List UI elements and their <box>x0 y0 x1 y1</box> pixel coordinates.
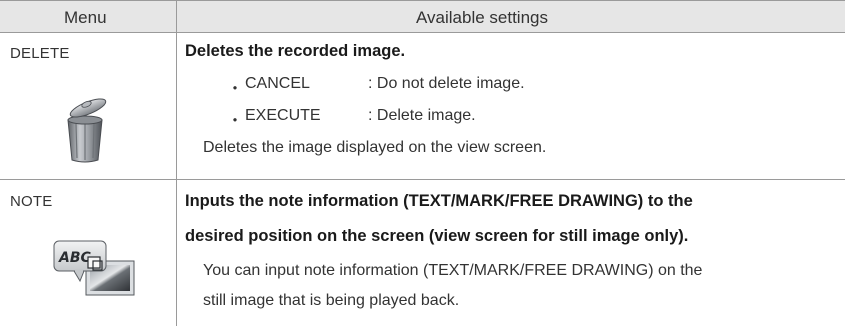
delete-title: Deletes the recorded image. <box>185 42 406 60</box>
settings-table: Menu Available settings DELETE Deletes t… <box>0 0 845 326</box>
menu-label-delete: DELETE <box>10 45 70 62</box>
option-key: CANCEL <box>245 75 310 92</box>
column-divider <box>176 0 177 326</box>
icon-abc-text: ABC <box>58 250 92 266</box>
option-desc: : Do not delete image. <box>368 75 525 92</box>
trash-can-icon <box>54 92 116 164</box>
delete-description: Deletes the image displayed on the view … <box>203 139 547 156</box>
header-settings: Available settings <box>416 8 548 27</box>
option-desc: : Delete image. <box>368 107 476 124</box>
bullet: ・ <box>227 81 244 98</box>
note-description-line-1: You can input note information (TEXT/MAR… <box>203 262 703 279</box>
note-title-line-2: desired position on the screen (view scr… <box>185 227 689 245</box>
bullet: ・ <box>227 113 244 130</box>
table-header: Menu Available settings <box>0 0 845 33</box>
menu-label-note: NOTE <box>10 193 53 210</box>
note-abc-image-icon: ABC <box>50 237 138 299</box>
note-title-line-1: Inputs the note information (TEXT/MARK/F… <box>185 192 693 210</box>
row-divider <box>0 179 845 180</box>
option-key: EXECUTE <box>245 107 321 124</box>
header-menu: Menu <box>64 8 107 27</box>
note-description-line-2: still image that is being played back. <box>203 292 460 309</box>
